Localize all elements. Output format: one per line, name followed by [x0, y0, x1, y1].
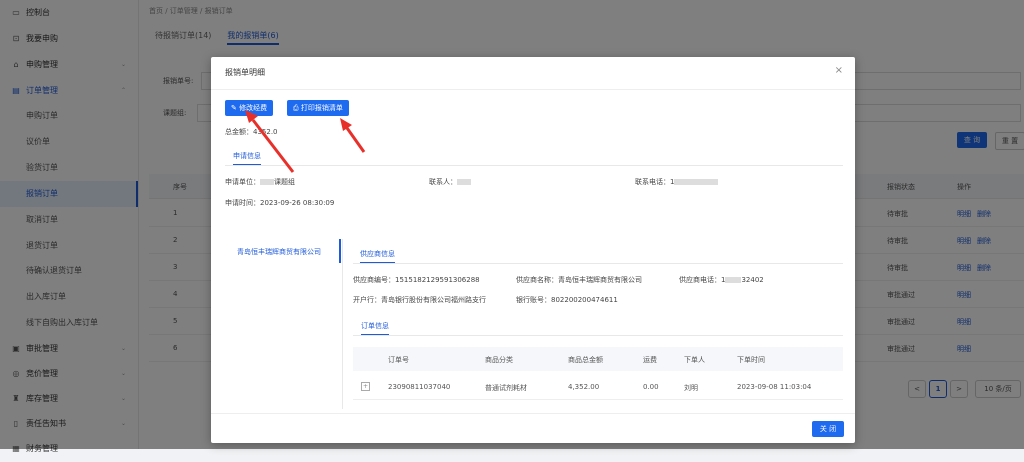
redacted: [457, 179, 471, 185]
divider: [211, 89, 855, 90]
contact-person: 联系人：: [429, 177, 471, 187]
edit-icon: ✎: [231, 104, 240, 112]
total: 4,352.00: [568, 383, 600, 391]
print-list-button[interactable]: ⎙ 打印报销清单: [287, 100, 349, 116]
bank-name: 开户行：青岛银行股份有限公司福州路支行: [353, 296, 486, 304]
close-icon[interactable]: ×: [835, 65, 843, 76]
redacted: [725, 277, 742, 283]
tab-supplier-info[interactable]: 供应商信息: [360, 249, 395, 264]
divider: [225, 165, 843, 166]
divider: [353, 263, 843, 264]
divider: [353, 335, 843, 336]
print-icon: ⎙: [293, 104, 301, 112]
contact-phone: 联系电话：1: [635, 177, 719, 187]
freight: 0.00: [643, 383, 659, 391]
supplier-side-tab[interactable]: 青岛恒丰瑞辉商贸有限公司: [237, 247, 321, 257]
tab-apply-info[interactable]: 申请信息: [233, 151, 261, 166]
close-button[interactable]: 关 闭: [812, 421, 844, 437]
col-order-no: 订单号: [388, 356, 409, 364]
tab-order-info[interactable]: 订单信息: [361, 321, 389, 336]
col-category: 商品分类: [485, 356, 513, 364]
col-freight: 运费: [643, 356, 657, 364]
active-indicator: [339, 239, 341, 263]
supplier-code: 供应商编号：1515182129591306288: [353, 276, 480, 284]
apply-unit: 申请单位： 课题组: [225, 178, 295, 186]
reimbursement-detail-modal: 报销单明细 × ✎ 修改经费 ⎙ 打印报销清单 总金额：4352.0 申请信息 …: [211, 57, 855, 443]
total-amount: 总金额：4352.0: [225, 128, 278, 136]
col-total: 商品总金额: [568, 356, 603, 364]
supplier-phone: 供应商电话：1 32402: [679, 276, 764, 284]
col-buyer: 下单人: [684, 356, 705, 364]
table-row: + 23090811037040 普通试剂耗材 4,352.00 0.00 刘明…: [353, 373, 843, 400]
edit-funding-button[interactable]: ✎ 修改经费: [225, 100, 274, 116]
divider: [342, 239, 343, 409]
supplier-name: 供应商名称：青岛恒丰瑞辉商贸有限公司: [516, 276, 642, 284]
order-no: 23090811037040: [388, 383, 451, 391]
col-order-time: 下单时间: [737, 356, 765, 364]
modal-title: 报销单明细: [225, 68, 265, 77]
apply-time: 申请时间：2023-09-26 08:30:09: [225, 199, 335, 207]
bank-account: 银行账号：802200200474611: [516, 296, 618, 304]
expand-icon[interactable]: +: [361, 382, 370, 391]
order-table-header: 订单号 商品分类 商品总金额 运费 下单人 下单时间: [353, 347, 843, 371]
category: 普通试剂耗材: [485, 384, 527, 392]
redacted: [260, 179, 274, 185]
order-time: 2023-09-08 11:03:04: [737, 383, 812, 391]
divider: [211, 413, 855, 414]
redacted: [674, 179, 719, 185]
buyer: 刘明: [684, 384, 698, 392]
